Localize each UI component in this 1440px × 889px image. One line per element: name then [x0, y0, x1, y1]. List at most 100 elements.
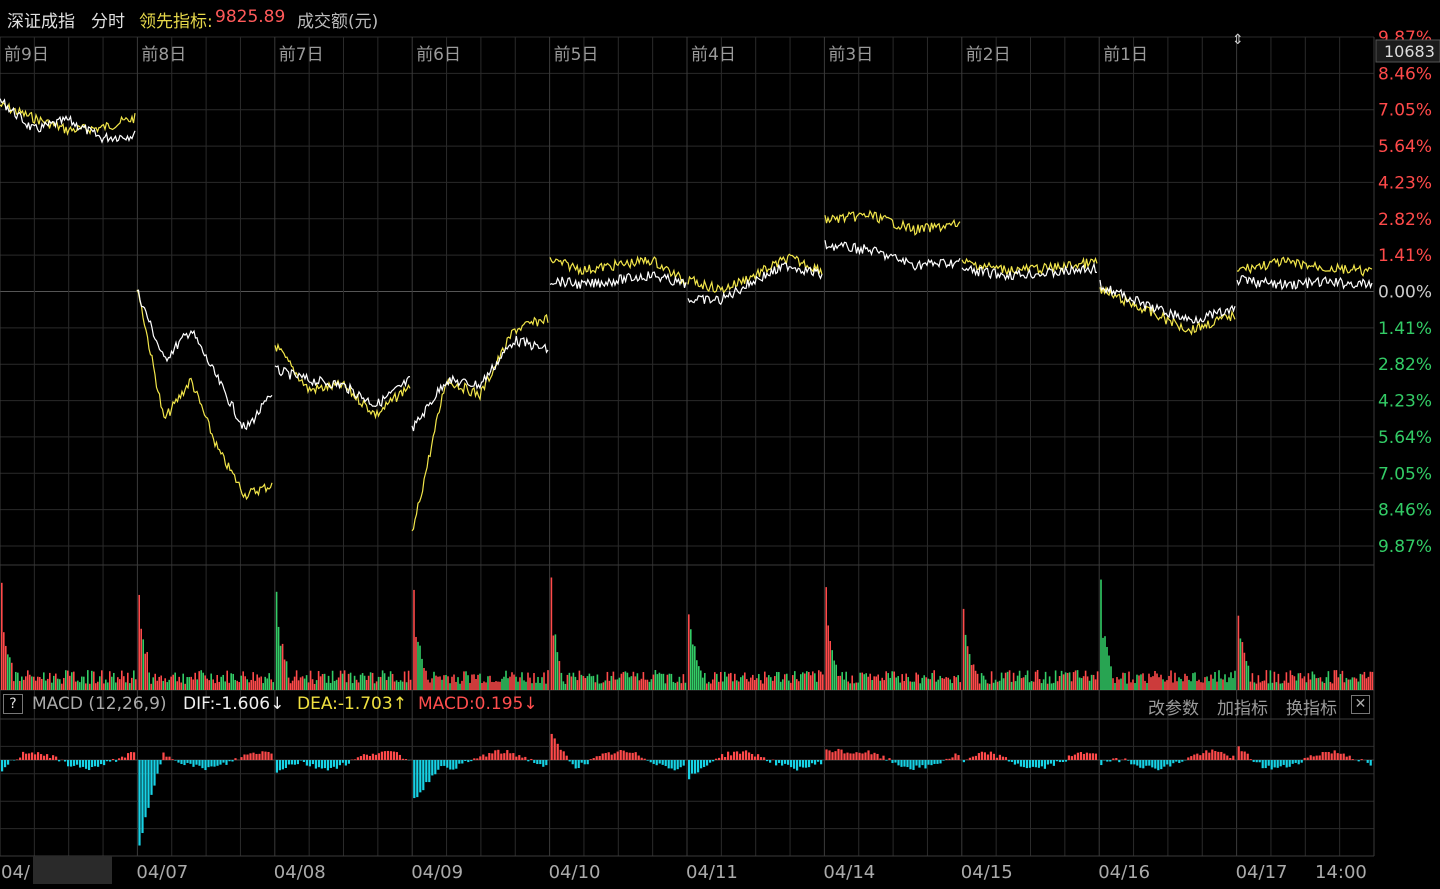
volume-bar [73, 671, 75, 690]
volume-bar [443, 675, 445, 690]
volume-bar [481, 682, 483, 690]
day-label: 前5日 [554, 45, 599, 65]
volume-bar [351, 683, 354, 690]
volume-bar [604, 680, 607, 690]
macd-bar [1055, 760, 1058, 762]
volume-bar [427, 679, 429, 690]
volume-bar [142, 639, 144, 690]
volume-bar [379, 676, 382, 690]
macd-bar [234, 758, 237, 760]
date-label: 04/16 [1098, 862, 1150, 883]
macd-bar [320, 760, 323, 769]
volume-bar [238, 682, 240, 690]
crosshair-handle-icon[interactable]: ⇕ [1232, 32, 1244, 48]
volume-bar [1186, 675, 1188, 690]
volume-bar [1291, 675, 1294, 690]
macd-bar [867, 750, 870, 760]
volume-bar [1323, 682, 1326, 690]
macd-bar [1049, 760, 1052, 764]
macd-bar [281, 760, 284, 770]
macd-name[interactable]: MACD (12,26,9) [32, 694, 167, 714]
volume-bar [1152, 676, 1154, 690]
volume-bar [855, 682, 857, 690]
volume-bar [439, 676, 441, 690]
macd-bar [374, 754, 377, 760]
volume-bar [992, 682, 995, 690]
volume-bar [483, 681, 485, 690]
macd-bar [542, 760, 545, 767]
volume-bar [907, 677, 909, 690]
macd-bar [760, 757, 763, 760]
volume-bar [397, 681, 400, 690]
volume-bar [244, 676, 246, 690]
volume-bar [230, 673, 232, 690]
macd-bar [918, 760, 921, 768]
volume-bar [875, 676, 877, 690]
macd-bar [1333, 750, 1336, 760]
volume-bar [489, 675, 491, 690]
volume-bar [732, 681, 734, 690]
macd-bar [1100, 760, 1103, 766]
volume-bar [796, 679, 798, 690]
volume-bar [1325, 677, 1328, 690]
volume-bar [1315, 678, 1318, 690]
volume-bar [325, 682, 328, 690]
macd-bar [1157, 760, 1160, 771]
volume-bar [1038, 679, 1041, 690]
macd-bar [1175, 760, 1178, 762]
volume-bar [1140, 674, 1142, 690]
volume-bar [1347, 679, 1350, 690]
volume-bar [794, 671, 796, 690]
macd-bar [171, 759, 174, 760]
macd-bar [1037, 760, 1040, 768]
volume-bar [798, 681, 800, 690]
macd-bar [1339, 753, 1342, 760]
macd-bar [595, 756, 598, 760]
volume-bar [1237, 615, 1240, 690]
volume-bar [228, 682, 230, 690]
macd-bar [855, 752, 858, 760]
macd-bar [980, 751, 983, 760]
macd-bar [831, 752, 834, 760]
multi-day-intraday-chart[interactable]: 前9日 前8日 前7日 前6日 前5日 前4日 前3日 前2日 前1日 9.87% 8.46% 7.… [0, 0, 1440, 889]
switch-indicator-button[interactable]: 换指标 [1286, 694, 1337, 719]
volume-bar [449, 683, 451, 690]
volume-bar [1341, 670, 1344, 690]
volume-bar [820, 671, 822, 690]
add-indicator-button[interactable]: 加指标 [1217, 694, 1268, 719]
macd-bar [138, 760, 141, 846]
volume-bar [764, 671, 766, 690]
macd-bar [1202, 753, 1205, 760]
volume-bar [13, 681, 15, 690]
volume-bar [383, 673, 386, 690]
volume-bar [861, 672, 863, 690]
macd-bar [1154, 760, 1157, 769]
close-icon[interactable]: ✕ [1351, 695, 1370, 714]
macd-bar [539, 760, 542, 765]
volume-bar [107, 682, 109, 690]
volume-bar [236, 680, 238, 690]
volume-bar [816, 681, 818, 690]
volume-bar [541, 677, 543, 690]
volume-bar [315, 680, 318, 690]
macd-bar [491, 753, 494, 760]
volume-bar [929, 679, 931, 690]
volume-bar [899, 682, 901, 690]
volume-bar [1243, 652, 1246, 690]
macd-bar [894, 760, 897, 763]
volume-bar [275, 591, 278, 690]
volume-bar [1263, 680, 1266, 690]
macd-bar [1, 760, 4, 772]
volume-bar [335, 679, 338, 690]
help-icon[interactable]: ? [3, 694, 23, 714]
volume-bar [622, 672, 625, 690]
macd-bar [144, 760, 147, 818]
volume-bar [827, 625, 829, 690]
volume-bar [1194, 672, 1196, 690]
volume-bar [921, 677, 923, 690]
change-params-button[interactable]: 改参数 [1148, 694, 1199, 719]
volume-bar [968, 654, 971, 690]
volume-bar [475, 679, 477, 690]
volume-bar [1279, 683, 1282, 690]
volume-bar [1072, 672, 1075, 690]
